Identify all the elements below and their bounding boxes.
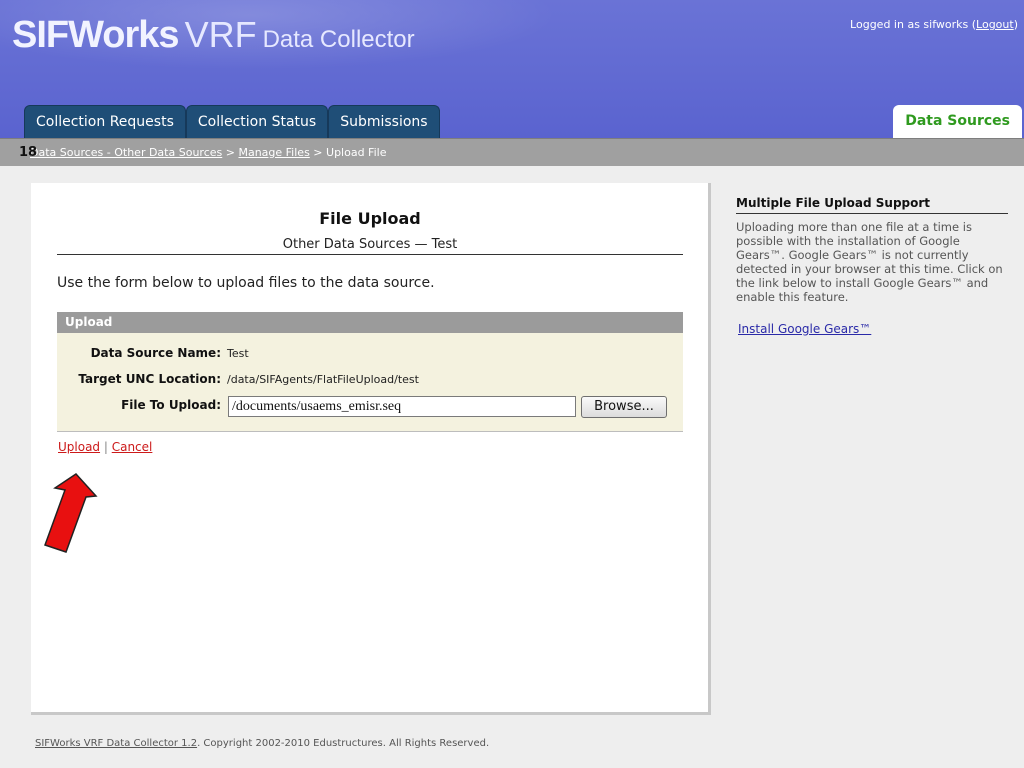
target-unc-row: Target UNC Location: /data/SIFAgents/Flat… <box>57 372 419 386</box>
login-suffix: ) <box>1013 18 1018 31</box>
target-unc-label: Target UNC Location: <box>78 372 221 386</box>
data-source-name-row: Data Source Name: Test <box>57 346 249 360</box>
breadcrumb: Data Sources - Other Data Sources > Mana… <box>0 138 1024 166</box>
login-prefix: Logged in as sifworks ( <box>850 18 977 31</box>
upload-link[interactable]: Upload <box>58 440 100 454</box>
actions-separator: | <box>100 440 112 454</box>
logout-link[interactable]: Logout <box>976 18 1014 31</box>
logo-app-name: Data Collector <box>262 26 415 53</box>
install-google-gears-link[interactable]: Install Google Gears™ <box>736 322 1008 336</box>
upload-form-heading: Upload <box>57 312 683 333</box>
tab-submissions[interactable]: Submissions <box>328 105 440 138</box>
app-header: SIFWorks VRF Data Collector Logged in as s… <box>0 0 1024 138</box>
logo-brand: SIFWorks <box>12 14 180 56</box>
breadcrumb-separator: > <box>222 146 239 159</box>
cancel-link[interactable]: Cancel <box>112 440 153 454</box>
sidebar-text: Uploading more than one file at a time i… <box>736 220 1003 304</box>
page-title: File Upload <box>319 209 421 228</box>
form-actions: Upload | Cancel <box>58 440 152 454</box>
app-logo: SIFWorks VRF Data Collector <box>12 14 415 57</box>
breadcrumb-trail: Data Sources - Other Data Sources > Mana… <box>30 139 386 167</box>
tab-collection-status[interactable]: Collection Status <box>185 105 329 138</box>
sidebar-heading: Multiple File Upload Support <box>736 196 1008 214</box>
content-panel: File Upload Other Data Sources — Test Us… <box>31 183 711 715</box>
file-path-input[interactable]: /documents/usaems_emisr.seq <box>228 396 576 417</box>
data-source-name-value: Test <box>227 347 249 360</box>
data-source-name-label: Data Source Name: <box>90 346 221 360</box>
upload-form: Upload Data Source Name: Test Target UNC … <box>57 312 683 432</box>
slide-number: 18 <box>19 145 38 160</box>
browse-button[interactable]: Browse... <box>581 396 667 418</box>
main-tabs: Collection Requests Collection Status Subm… <box>24 105 440 138</box>
breadcrumb-separator: > <box>309 146 327 159</box>
tab-collection-requests[interactable]: Collection Requests <box>24 105 186 138</box>
login-status: Logged in as sifworks (Logout) <box>850 18 1018 31</box>
tab-data-sources[interactable]: Data Sources <box>893 105 1022 138</box>
breadcrumb-current: Upload File <box>326 146 387 159</box>
target-unc-value: /data/SIFAgents/FlatFileUpload/test <box>227 373 419 386</box>
page-footer: SIFWorks VRF Data Collector 1.2. Copyrig… <box>35 738 489 749</box>
sidebar-gears-info: Multiple File Upload Support Uploading m… <box>736 196 1008 336</box>
file-to-upload-label: File To Upload: <box>121 398 221 412</box>
red-arrow-annotation <box>44 473 98 553</box>
page-intro: Use the form below to upload files to th… <box>57 275 435 291</box>
footer-product-link[interactable]: SIFWorks VRF Data Collector 1.2 <box>35 738 197 749</box>
breadcrumb-data-sources[interactable]: Data Sources - Other Data Sources <box>30 146 222 159</box>
page-subtitle: Other Data Sources — Test <box>57 237 683 255</box>
breadcrumb-manage-files[interactable]: Manage Files <box>238 146 309 159</box>
file-to-upload-row: File To Upload: <box>57 398 221 412</box>
logo-product: VRF <box>184 14 257 55</box>
footer-copyright: . Copyright 2002-2010 Edustructures. All… <box>197 738 490 749</box>
